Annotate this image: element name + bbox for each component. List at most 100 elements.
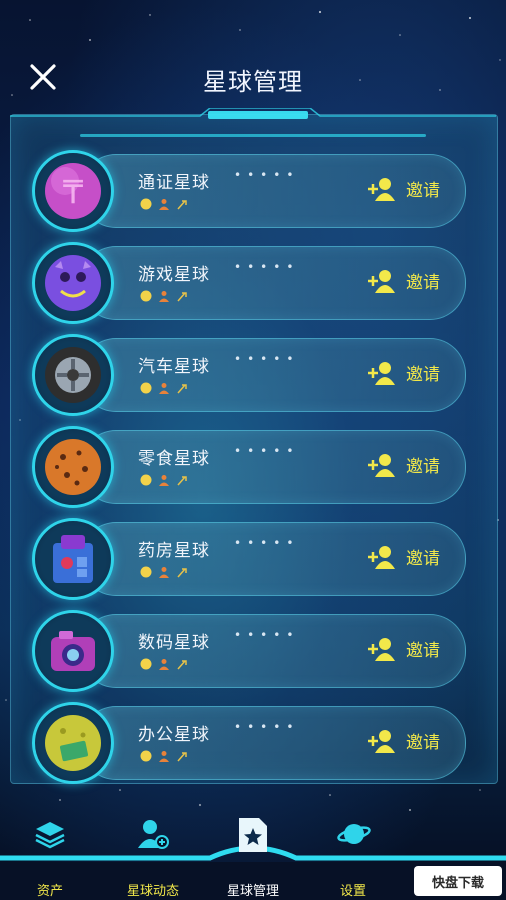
add-user-icon	[368, 453, 395, 477]
person-icon	[159, 567, 169, 578]
planet-name: 药房星球	[138, 541, 210, 561]
layers-icon	[35, 822, 65, 849]
digital-planet-icon	[51, 631, 95, 671]
person-icon	[159, 659, 169, 670]
planet-row-token[interactable]: ₸ 通证星球 ••••• 邀请	[32, 150, 468, 232]
coin-icon	[140, 750, 152, 762]
invite-button[interactable]: 邀请	[366, 728, 440, 753]
planet-dots: •••••	[234, 628, 300, 642]
invite-label: 邀请	[406, 457, 440, 477]
planet-badges	[140, 750, 188, 762]
planet-name: 数码星球	[138, 633, 210, 653]
page-title: 星球管理	[203, 68, 303, 96]
invite-label: 邀请	[406, 365, 440, 385]
planet-avatar	[32, 518, 114, 600]
planet-badges	[140, 290, 188, 302]
tab-assets[interactable]: 资产	[0, 812, 105, 900]
star-file-icon	[239, 818, 267, 852]
planet-dots: •••••	[234, 260, 300, 274]
planet-badges	[140, 382, 188, 394]
planet-avatar	[32, 242, 114, 324]
invite-button[interactable]: 邀请	[366, 544, 440, 569]
coin-icon	[140, 198, 152, 210]
person-icon	[159, 291, 169, 302]
planet-row-office[interactable]: 办公星球 ••••• 邀请	[32, 702, 468, 784]
invite-label: 邀请	[406, 273, 440, 293]
user-add-icon	[138, 820, 169, 849]
tool-icon	[177, 476, 187, 486]
coin-icon	[140, 658, 152, 670]
invite-button[interactable]: 邀请	[366, 452, 440, 477]
tool-icon	[177, 200, 187, 210]
tab-planet-management[interactable]: 星球管理	[198, 812, 308, 900]
pharmacy-planet-icon	[53, 535, 93, 583]
add-user-icon	[368, 637, 395, 661]
add-user-icon	[368, 177, 395, 201]
coin-icon	[140, 382, 152, 394]
office-planet-icon	[45, 715, 101, 771]
planet-dots: •••••	[234, 444, 300, 458]
planet-dots: •••••	[234, 352, 300, 366]
tool-icon	[177, 292, 187, 302]
header: 星球管理	[0, 0, 506, 110]
game-planet-icon	[45, 255, 101, 311]
invite-button[interactable]: 邀请	[366, 636, 440, 661]
person-icon	[159, 383, 169, 394]
coin-icon	[140, 566, 152, 578]
planet-row-game[interactable]: 游戏星球 ••••• 邀请	[32, 242, 468, 324]
invite-label: 邀请	[406, 733, 440, 753]
tool-icon	[177, 384, 187, 394]
person-icon	[159, 751, 169, 762]
planet-badges	[140, 198, 188, 210]
planet-dots: •••••	[234, 536, 300, 550]
invite-label: 邀请	[406, 641, 440, 661]
invite-button[interactable]: 邀请	[366, 176, 440, 201]
tab-planet-news[interactable]: 星球动态	[98, 812, 208, 900]
tool-icon	[177, 568, 187, 578]
tab-label: 星球管理	[226, 884, 279, 899]
planet-row-pharmacy[interactable]: 药房星球 ••••• 邀请	[32, 518, 468, 600]
coin-icon	[140, 474, 152, 486]
planet-row-snack[interactable]: 零食星球 ••••• 邀请	[32, 426, 468, 508]
svg-text:₸: ₸	[63, 173, 84, 211]
planet-avatar	[32, 334, 114, 416]
planet-name: 游戏星球	[138, 265, 210, 285]
add-user-icon	[368, 269, 395, 293]
tool-icon	[177, 752, 187, 762]
planet-icon	[337, 824, 371, 844]
tab-label: 资产	[36, 884, 63, 899]
invite-label: 邀请	[406, 549, 440, 569]
panel-top-decoration	[10, 108, 496, 137]
invite-button[interactable]: 邀请	[366, 268, 440, 293]
tab-label: 星球动态	[126, 884, 179, 899]
add-user-icon	[368, 545, 395, 569]
car-planet-icon	[45, 347, 101, 403]
planet-dots: •••••	[234, 168, 300, 182]
planet-avatar	[32, 610, 114, 692]
planet-name: 零食星球	[138, 449, 210, 469]
planet-badges	[140, 474, 188, 486]
planet-badges	[140, 658, 188, 670]
planet-name: 通证星球	[138, 173, 210, 193]
invite-button[interactable]: 邀请	[366, 360, 440, 385]
planet-badges	[140, 566, 188, 578]
watermark-logo: 快盘下载	[414, 866, 502, 896]
tab-settings[interactable]: 设置	[298, 812, 408, 900]
planet-avatar	[32, 426, 114, 508]
planet-name: 办公星球	[138, 725, 210, 745]
coin-icon	[140, 290, 152, 302]
person-icon	[159, 199, 169, 210]
invite-label: 邀请	[406, 181, 440, 201]
planet-avatar	[32, 702, 114, 784]
tab-label: 设置	[339, 884, 366, 899]
planet-avatar: ₸	[32, 150, 114, 232]
snack-planet-icon	[45, 439, 101, 495]
token-planet-icon: ₸	[45, 163, 101, 219]
add-user-icon	[368, 361, 395, 385]
planet-dots: •••••	[234, 720, 300, 734]
planet-row-digital[interactable]: 数码星球 ••••• 邀请	[32, 610, 468, 692]
planet-name: 汽车星球	[138, 357, 210, 377]
person-icon	[159, 475, 169, 486]
add-user-icon	[368, 729, 395, 753]
planet-row-car[interactable]: 汽车星球 ••••• 邀请	[32, 334, 468, 416]
